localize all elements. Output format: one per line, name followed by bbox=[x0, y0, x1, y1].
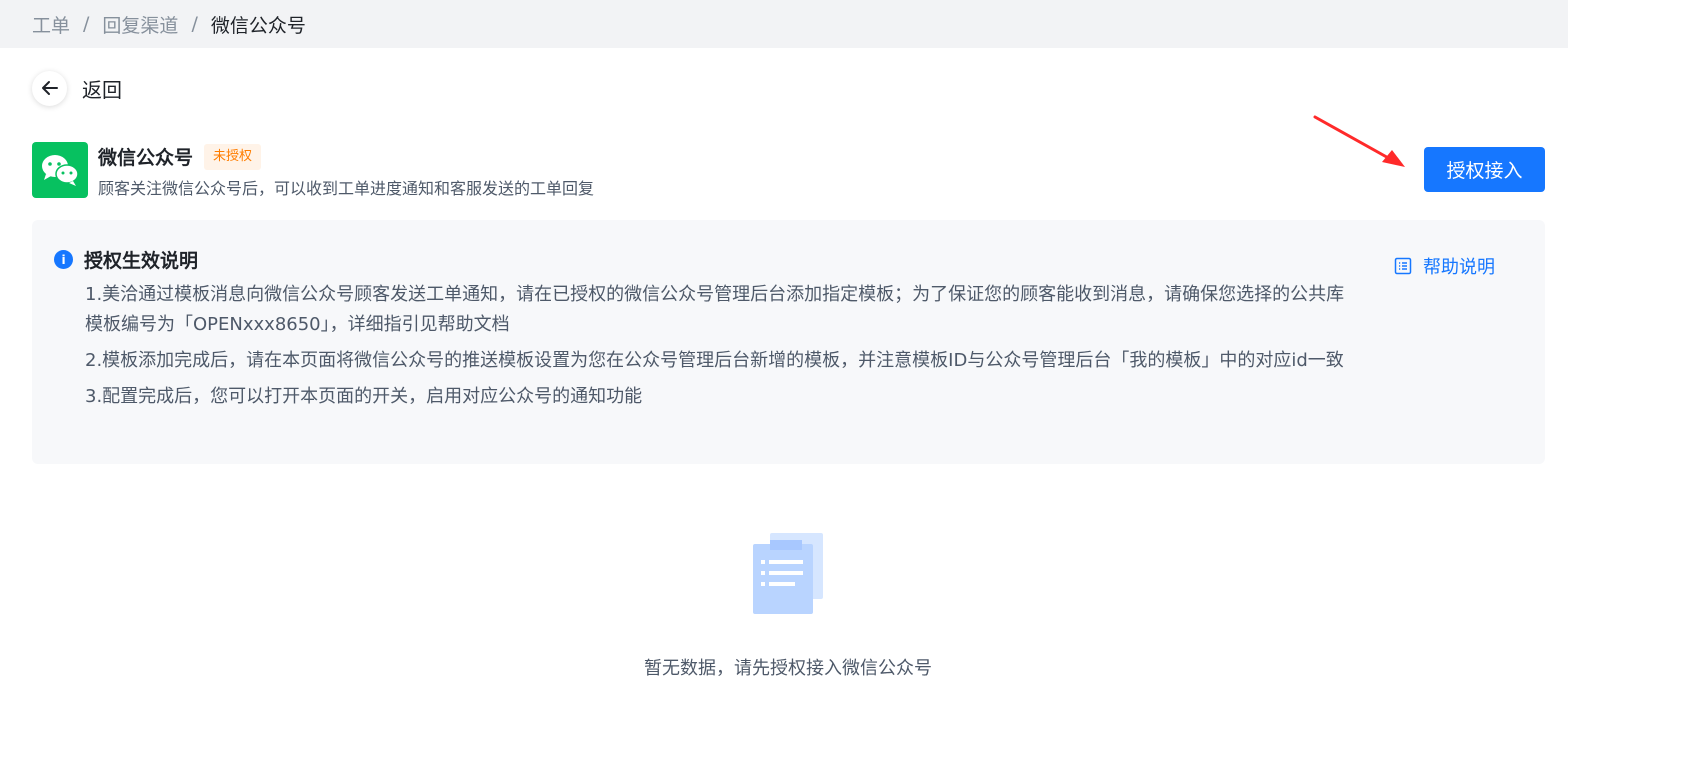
back-row: 返回 bbox=[32, 70, 122, 106]
back-label[interactable]: 返回 bbox=[82, 74, 122, 103]
info-title: 授权生效说明 bbox=[84, 250, 199, 272]
list-icon bbox=[1394, 257, 1412, 275]
auth-instructions-panel: i 授权生效说明 帮助说明 1.美洽通过模板消息向微信公众号顾客发送工单通知，请… bbox=[32, 220, 1545, 464]
channel-title: 微信公众号 bbox=[98, 147, 194, 169]
wechat-logo bbox=[32, 142, 88, 198]
info-item: 1.美洽通过模板消息向微信公众号顾客发送工单通知，请在已授权的微信公众号管理后台… bbox=[85, 284, 1345, 335]
info-list: 1.美洽通过模板消息向微信公众号顾客发送工单通知，请在已授权的微信公众号管理后台… bbox=[85, 280, 1347, 418]
channel-title-row: 微信公众号 未授权 bbox=[98, 142, 594, 172]
info-item: 3.配置完成后，您可以打开本页面的开关，启用对应公众号的通知功能 bbox=[85, 386, 643, 407]
empty-state: 暂无数据，请先授权接入微信公众号 bbox=[600, 530, 976, 680]
back-button[interactable] bbox=[32, 70, 67, 106]
channel-header: 微信公众号 未授权 顾客关注微信公众号后，可以收到工单进度通知和客服发送的工单回… bbox=[32, 142, 594, 198]
help-link-label: 帮助说明 bbox=[1423, 257, 1495, 278]
breadcrumb-current: 微信公众号 bbox=[210, 14, 306, 37]
back-arrow-icon bbox=[41, 81, 58, 95]
breadcrumb-item-tickets[interactable]: 工单 bbox=[32, 11, 70, 38]
channel-description: 顾客关注微信公众号后，可以收到工单进度通知和客服发送的工单回复 bbox=[98, 178, 595, 198]
info-item: 2.模板添加完成后，请在本页面将微信公众号的推送模板设置为您在公众号管理后台新增… bbox=[85, 350, 1344, 371]
info-title-row: i 授权生效说明 bbox=[54, 246, 198, 273]
breadcrumb-item-reply-channels[interactable]: 回复渠道 bbox=[102, 11, 178, 38]
annotation-arrow-icon bbox=[1313, 115, 1405, 167]
empty-document-icon bbox=[753, 533, 823, 614]
help-link[interactable]: 帮助说明 bbox=[1394, 253, 1495, 279]
status-badge: 未授权 bbox=[204, 143, 262, 170]
breadcrumb: 工单 / 回复渠道 / 微信公众号 bbox=[0, 0, 1568, 48]
info-icon: i bbox=[54, 250, 73, 269]
authorize-button[interactable]: 授权接入 bbox=[1424, 147, 1545, 192]
empty-state-text: 暂无数据，请先授权接入微信公众号 bbox=[644, 658, 932, 679]
breadcrumb-separator: / bbox=[191, 13, 198, 35]
breadcrumb-separator: / bbox=[83, 13, 90, 35]
wechat-icon bbox=[42, 155, 79, 186]
channel-info: 微信公众号 未授权 顾客关注微信公众号后，可以收到工单进度通知和客服发送的工单回… bbox=[98, 142, 594, 199]
